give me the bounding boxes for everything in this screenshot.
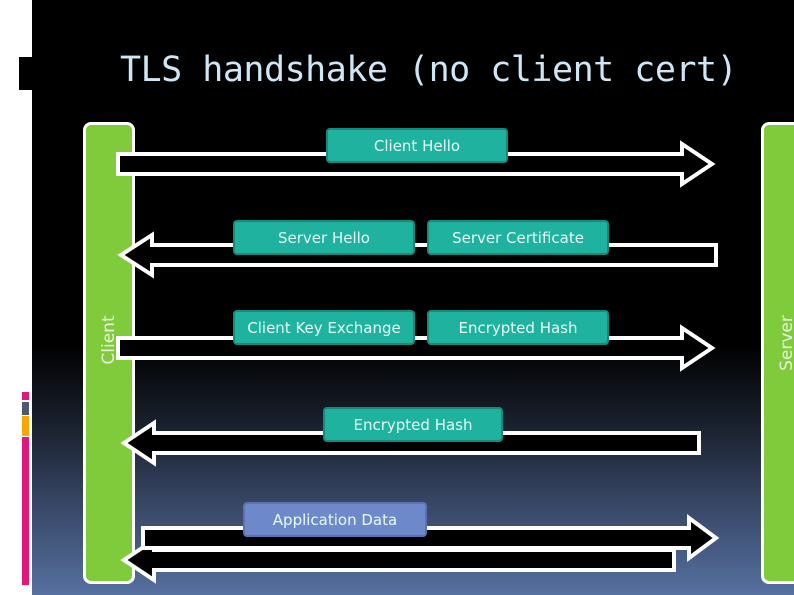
message-server-hello: Server Hello: [233, 220, 415, 255]
sidebar-decoration-gray: [22, 402, 29, 415]
arrow-client-key-exchange: [116, 324, 716, 372]
sidebar-decoration-pink-bottom: [22, 437, 29, 585]
message-server-certificate: Server Certificate: [427, 220, 609, 255]
message-client-key-exchange: Client Key Exchange: [233, 310, 415, 345]
slide: TLS handshake (no client cert) Client Se…: [32, 0, 794, 595]
message-encrypted-hash-server: Encrypted Hash: [323, 407, 503, 442]
title-marker: [19, 57, 32, 90]
sidebar-decoration-pink-top: [22, 392, 29, 400]
message-application-data: Application Data: [243, 502, 427, 537]
message-encrypted-hash-client: Encrypted Hash: [427, 310, 609, 345]
message-client-hello: Client Hello: [326, 128, 508, 163]
arrow-server-hello: [117, 231, 718, 279]
sidebar-decoration-orange: [22, 416, 29, 436]
